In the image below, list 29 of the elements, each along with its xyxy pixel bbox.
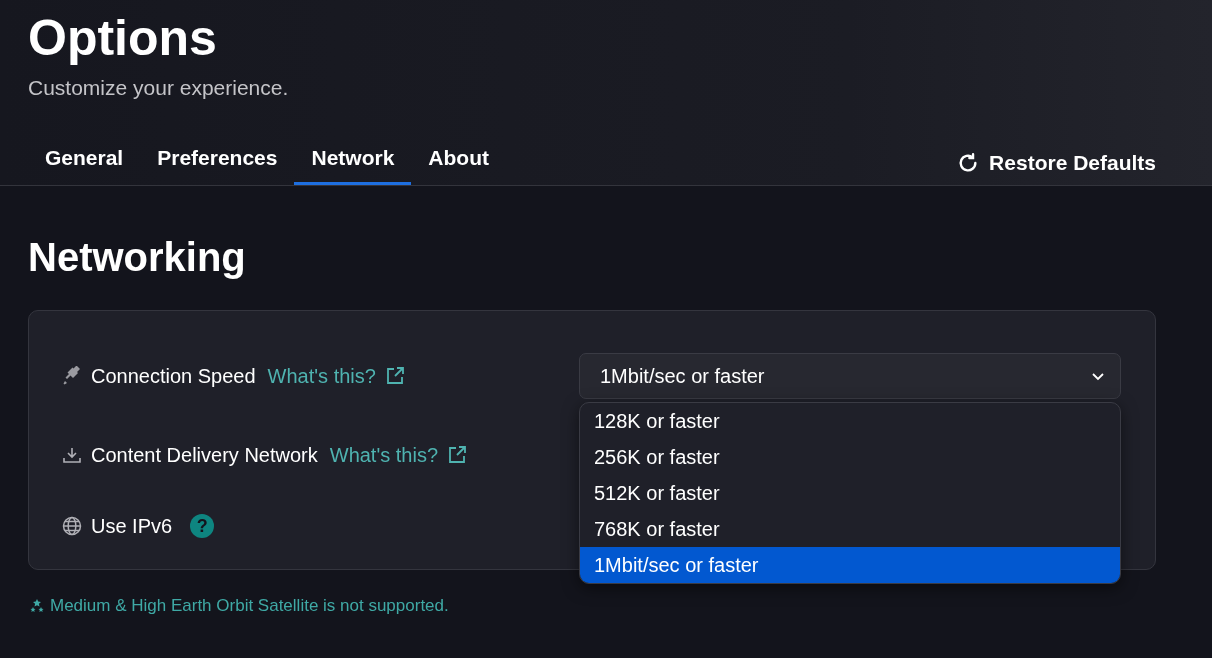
speed-dropdown[interactable]: 1Mbit/sec or faster xyxy=(579,353,1121,399)
stars-icon xyxy=(30,599,44,613)
dropdown-value: 1Mbit/sec or faster xyxy=(600,364,765,388)
section-title: Networking xyxy=(28,234,247,280)
tab[interactable]: General xyxy=(28,146,141,185)
dropdown-option[interactable]: 1Mbit/sec or faster xyxy=(580,547,1120,583)
download-icon xyxy=(62,445,82,465)
setting-label: Connection Speed xyxy=(91,364,256,388)
dropdown-option[interactable]: 256K or faster xyxy=(580,439,1120,475)
whats-this-link[interactable]: What's this? xyxy=(329,443,439,467)
restore-defaults-label: Restore Defaults xyxy=(989,151,1156,175)
help-badge[interactable]: ? xyxy=(190,514,215,538)
restore-defaults-button[interactable]: Restore Defaults xyxy=(957,151,1156,185)
setting-label: Use IPv6 xyxy=(91,514,173,538)
external-link-icon[interactable] xyxy=(447,445,468,465)
dropdown-option[interactable]: 128K or faster xyxy=(580,403,1120,439)
satellite-note: Medium & High Earth Orbit Satellite is not supported. xyxy=(50,596,449,616)
setting-label: Content Delivery Network xyxy=(91,443,318,467)
tab[interactable]: About xyxy=(411,146,506,185)
dropdown-option[interactable]: 512K or faster xyxy=(580,475,1120,511)
external-link-icon[interactable] xyxy=(384,366,405,386)
page-title: Options xyxy=(28,9,218,68)
whats-this-link[interactable]: What's this? xyxy=(267,364,376,388)
page-subtitle: Customize your experience. xyxy=(28,76,290,100)
tab[interactable]: Network xyxy=(294,146,412,185)
globe-icon xyxy=(62,516,82,536)
dropdown-option[interactable]: 768K or faster xyxy=(580,511,1120,547)
tab[interactable]: Preferences xyxy=(140,146,295,185)
plug-icon xyxy=(62,366,82,386)
